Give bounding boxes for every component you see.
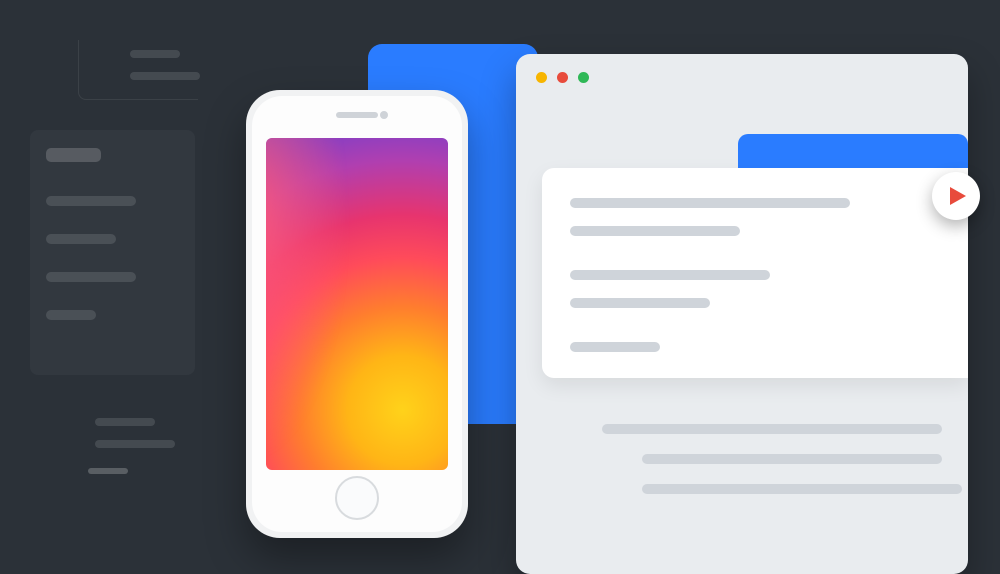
lower-placeholder-group (602, 424, 968, 514)
traffic-light-red[interactable] (557, 72, 568, 83)
placeholder-line (570, 270, 770, 280)
traffic-light-green[interactable] (578, 72, 589, 83)
wireframe-panel (30, 130, 195, 375)
phone-earpiece-area (252, 112, 462, 118)
placeholder-line (570, 226, 740, 236)
placeholder-line (570, 198, 850, 208)
play-icon (950, 187, 966, 205)
home-button[interactable] (335, 476, 379, 520)
play-button[interactable] (932, 172, 980, 220)
phone-screen[interactable] (266, 138, 448, 470)
placeholder-line (602, 424, 942, 434)
wireframe-lines-top (130, 50, 200, 94)
placeholder-line (642, 484, 962, 494)
wireframe-underline (88, 468, 128, 474)
content-card (542, 168, 968, 378)
placeholder-line (570, 298, 710, 308)
browser-tab[interactable] (738, 134, 968, 170)
phone-camera-icon (380, 111, 388, 119)
window-traffic-lights (536, 72, 589, 83)
phone-speaker (336, 112, 378, 118)
wireframe-lines-bottom (95, 418, 175, 462)
pagination-dot[interactable] (954, 240, 960, 246)
traffic-light-yellow[interactable] (536, 72, 547, 83)
browser-window (516, 54, 968, 574)
placeholder-line (570, 342, 660, 352)
smartphone-mockup (246, 90, 468, 538)
placeholder-line (642, 454, 942, 464)
